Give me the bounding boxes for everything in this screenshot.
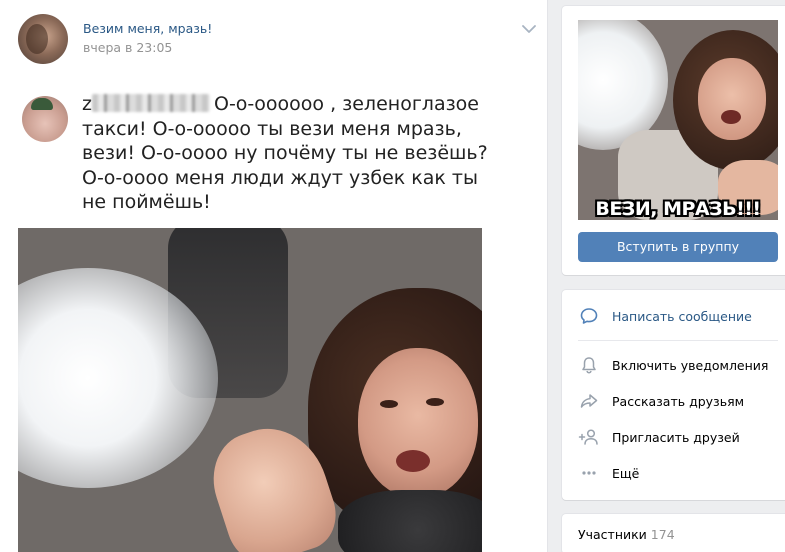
post-image[interactable] — [18, 228, 482, 552]
group-actions-card: Написать сообщение Включить уведомления … — [562, 290, 785, 500]
author-name-blurred — [91, 94, 210, 112]
divider — [578, 340, 778, 341]
action-label: Ещё — [612, 465, 640, 481]
action-more[interactable]: Ещё — [578, 462, 778, 484]
share-arrow-icon — [578, 390, 600, 412]
message-bubble-icon — [578, 305, 600, 327]
group-cover-card: ВЕЗИ, МРАЗЬ!!! Вступить в группу — [562, 6, 785, 275]
group-name-link[interactable]: Везим меня, мразь! — [83, 21, 212, 36]
action-enable-notifications[interactable]: Включить уведомления — [578, 354, 778, 376]
action-tell-friends[interactable]: Рассказать друзьям — [578, 390, 778, 412]
post-time[interactable]: вчера в 23:05 — [83, 40, 172, 55]
action-label: Включить уведомления — [612, 357, 769, 373]
action-label: Пригласить друзей — [612, 429, 740, 445]
action-label: Рассказать друзьям — [612, 393, 745, 409]
join-group-button[interactable]: Вступить в группу — [578, 232, 778, 262]
more-dots-icon — [578, 462, 600, 484]
members-count: 174 — [650, 527, 675, 542]
bell-icon — [578, 354, 600, 376]
post-header: Везим меня, мразь! вчера в 23:05 — [18, 12, 538, 66]
group-avatar[interactable] — [18, 14, 68, 64]
add-user-icon — [578, 426, 600, 448]
cover-caption: ВЕЗИ, МРАЗЬ!!! — [595, 198, 761, 220]
members-card[interactable]: Участники 174 — [562, 514, 785, 552]
action-invite-friends[interactable]: Пригласить друзей — [578, 426, 778, 448]
page: Везим меня, мразь! вчера в 23:05 z О-о-оо… — [0, 0, 785, 552]
action-write-message[interactable]: Написать сообщение — [578, 305, 778, 327]
chevron-down-icon[interactable] — [522, 24, 536, 34]
group-cover-image[interactable]: ВЕЗИ, МРАЗЬ!!! — [578, 20, 778, 220]
action-label: Написать сообщение — [612, 308, 752, 324]
post-text: z О-о-оооооо , зеленоглазое такси! О-о-оо… — [82, 92, 502, 215]
members-label: Участники — [578, 527, 647, 542]
author-avatar[interactable] — [22, 96, 68, 142]
wall-post: Везим меня, мразь! вчера в 23:05 z О-о-оо… — [0, 0, 548, 552]
members-header[interactable]: Участники 174 — [578, 527, 675, 542]
author-name[interactable]: z — [82, 93, 92, 115]
